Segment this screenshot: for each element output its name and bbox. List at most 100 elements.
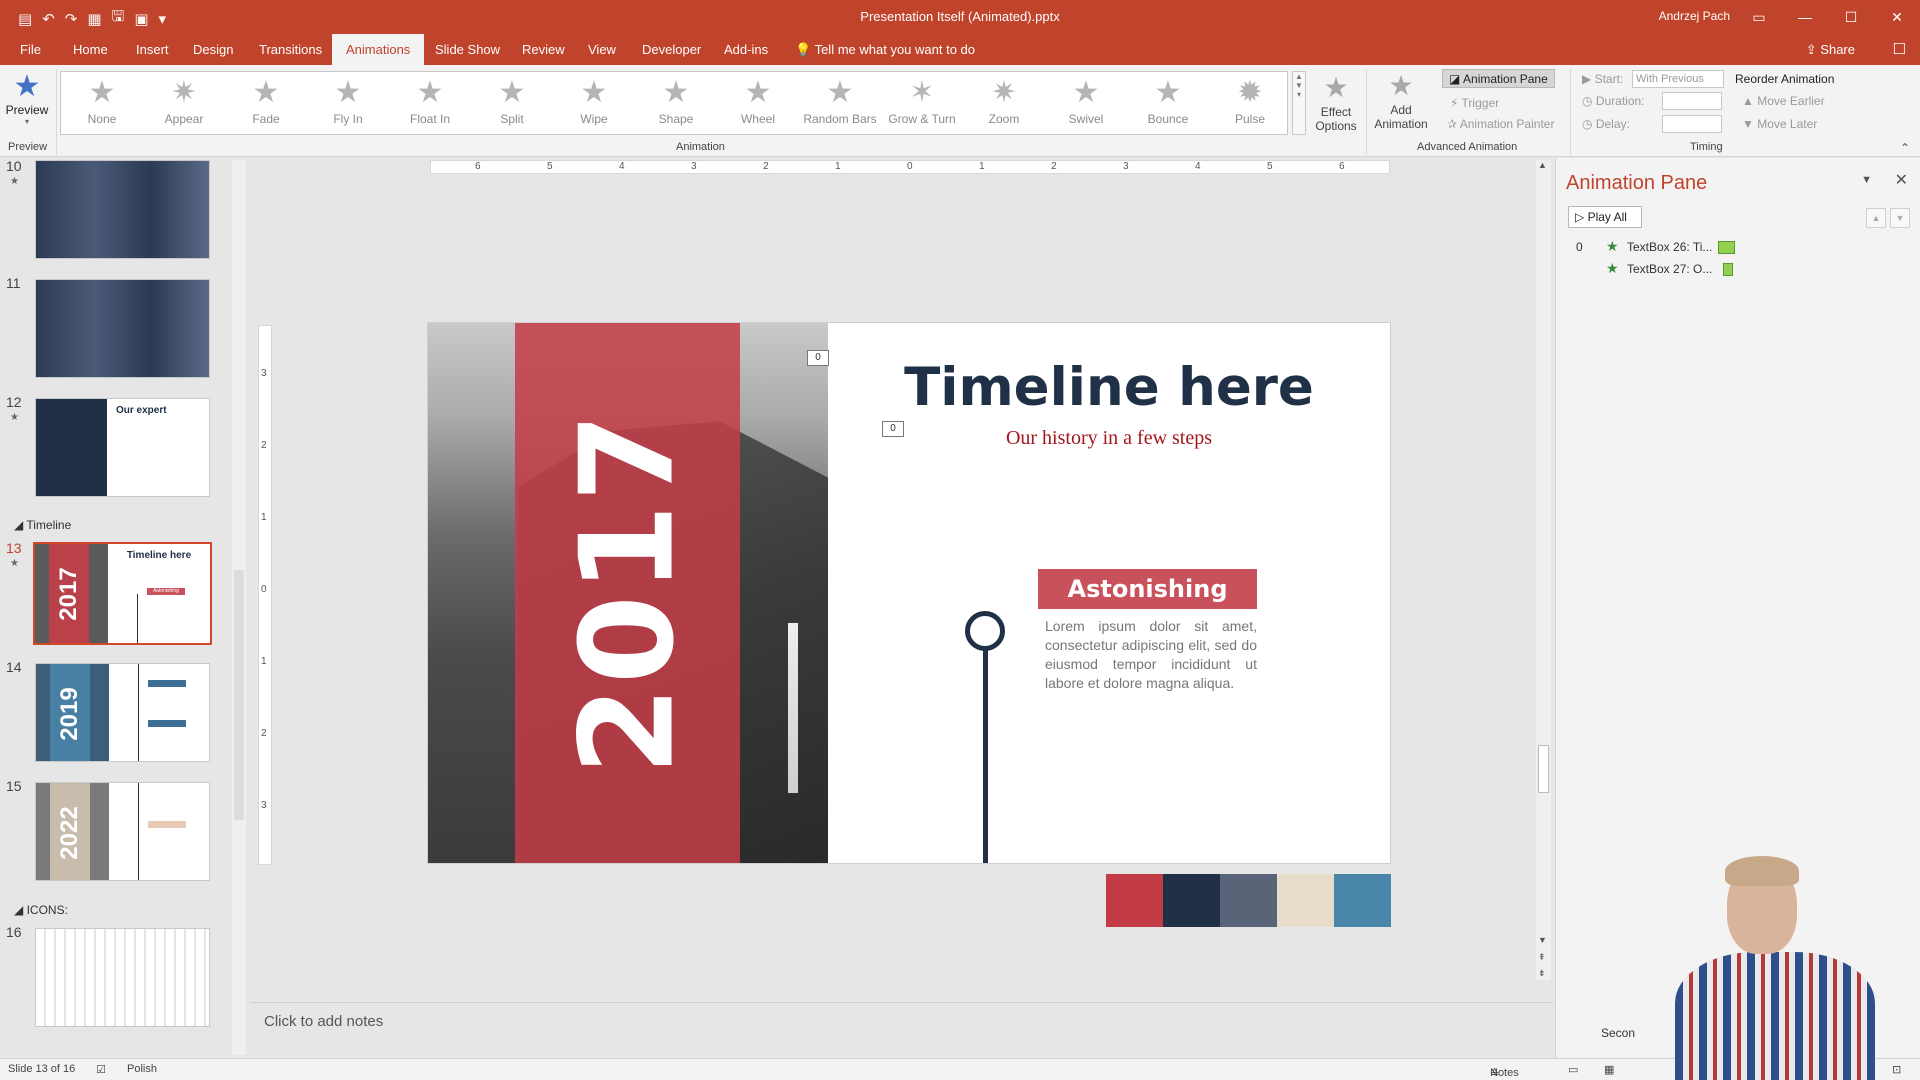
pane-options-dropdown-icon[interactable]: ▼ (1861, 174, 1872, 186)
slide-thumbnail-12[interactable]: Our expert (35, 398, 210, 497)
preview-button[interactable]: ★ Preview ▾ (4, 71, 50, 127)
timeline-node[interactable] (965, 611, 1005, 651)
milestone-body-text[interactable]: Lorem ipsum dolor sit amet, consectetur … (1045, 617, 1257, 693)
add-animation-star-icon: ★ (1388, 70, 1414, 101)
slide-thumbnail-13[interactable]: 2017 Timeline here Astonishing (33, 542, 212, 645)
animation-appear[interactable]: ✷ Appear (143, 72, 225, 134)
palette-swatch[interactable] (1220, 874, 1277, 927)
slide-thumbnail-10[interactable] (35, 160, 210, 259)
slide-count[interactable]: Slide 13 of 16 (8, 1063, 75, 1075)
play-all-button[interactable]: ▷ Play All (1568, 206, 1642, 228)
normal-view-icon[interactable]: ▭ (1568, 1063, 1578, 1076)
minimize-button[interactable]: — (1782, 0, 1828, 34)
trigger-button[interactable]: ⚡ Trigger (1450, 96, 1499, 110)
close-button[interactable]: ✕ (1874, 0, 1920, 34)
animation-swivel[interactable]: ★ Swivel (1045, 72, 1127, 134)
scroll-up-icon[interactable]: ▲ (1538, 160, 1547, 170)
animation-fly-in[interactable]: ★ Fly In (307, 72, 389, 134)
slide-thumbnail-16[interactable] (35, 928, 210, 1027)
ribbon-display-options-button[interactable]: ▭ (1736, 0, 1782, 34)
grow-turn-star-icon: ✶ (909, 76, 935, 109)
tab-insert[interactable]: Insert (136, 42, 169, 57)
animation-painter-button[interactable]: ✰ Animation Painter (1447, 117, 1554, 131)
tab-animations[interactable]: Animations (332, 34, 425, 65)
tab-add-ins[interactable]: Add-ins (724, 42, 768, 57)
move-later-button[interactable]: ▼ Move Later (1742, 117, 1817, 131)
animation-split[interactable]: ★ Split (471, 72, 553, 134)
scroll-down-icon[interactable]: ▼ (1538, 935, 1547, 945)
close-pane-icon[interactable]: ✕ (1895, 170, 1908, 190)
editor-scroll-thumb[interactable] (1538, 745, 1549, 793)
delay-input[interactable] (1662, 115, 1722, 133)
palette-swatch[interactable] (1163, 874, 1220, 927)
animation-wheel[interactable]: ★ Wheel (717, 72, 799, 134)
ruler-tick: 0 (907, 161, 913, 172)
animation-timing-bar[interactable] (1723, 263, 1733, 276)
animation-pulse[interactable]: ✹ Pulse (1209, 72, 1291, 134)
slide-subtitle[interactable]: Our history in a few steps (828, 427, 1390, 450)
section-timeline[interactable]: ◢ Timeline (14, 518, 71, 532)
editor-scrollbar[interactable]: ▲ ▼ ⇞ ⇟ (1536, 160, 1551, 980)
tab-file[interactable]: File (20, 42, 41, 57)
notes-pane[interactable]: Click to add notes (250, 1002, 1553, 1058)
gallery-scroll[interactable]: ▲ ▼ ▾ (1292, 71, 1306, 135)
next-slide-icon[interactable]: ⇟ (1538, 968, 1546, 979)
start-select[interactable]: With Previous (1632, 70, 1724, 88)
tab-slide-show[interactable]: Slide Show (435, 42, 500, 57)
effect-options-button[interactable]: ★ Effect Options (1314, 71, 1358, 133)
section-timeline-label: Timeline (26, 518, 72, 532)
palette-swatch[interactable] (1334, 874, 1391, 927)
fit-to-window-icon[interactable]: ⊡ (1892, 1063, 1901, 1076)
milestone-tag[interactable]: Astonishing (1038, 569, 1257, 609)
animation-pane-button[interactable]: ◪ Animation Pane (1442, 69, 1555, 88)
animation-shape[interactable]: ★ Shape (635, 72, 717, 134)
tab-transitions[interactable]: Transitions (259, 42, 322, 57)
animation-order-tag[interactable]: 0 (807, 350, 829, 366)
slide-thumbnail-14[interactable]: 2019 (35, 663, 210, 762)
spellcheck-icon[interactable]: ☑ (96, 1063, 106, 1076)
animation-zoom[interactable]: ✷ Zoom (963, 72, 1045, 134)
section-icons[interactable]: ◢ ICONS: (14, 903, 68, 917)
thumbnail-scroll-thumb[interactable] (234, 570, 244, 820)
animation-fade[interactable]: ★ Fade (225, 72, 307, 134)
tab-home[interactable]: Home (73, 42, 108, 57)
tab-developer[interactable]: Developer (642, 42, 701, 57)
slide-thumbnail-11[interactable] (35, 279, 210, 378)
thumbnail-scrollbar[interactable] (232, 160, 246, 1055)
previous-slide-icon[interactable]: ⇞ (1538, 952, 1546, 963)
animation-bounce[interactable]: ★ Bounce (1127, 72, 1209, 134)
ruler-tick: 3 (691, 161, 697, 172)
move-down-icon[interactable]: ▼ (1890, 208, 1910, 228)
move-earlier-button[interactable]: ▲ Move Earlier (1742, 94, 1825, 108)
animation-grow-turn[interactable]: ✶ Grow & Turn (881, 72, 963, 134)
add-animation-button[interactable]: ★ Add Animation (1372, 69, 1430, 131)
share-button[interactable]: ⇪ Share (1806, 42, 1855, 58)
move-up-icon[interactable]: ▲ (1866, 208, 1886, 228)
maximize-button[interactable]: ☐ (1828, 0, 1874, 34)
animation-timing-bar[interactable] (1718, 241, 1735, 254)
comments-icon[interactable]: ☐ (1893, 40, 1906, 58)
year-label[interactable]: 2017 (554, 411, 703, 775)
slide-canvas[interactable]: 2017 0 0 Timeline here Our history in a … (428, 323, 1390, 863)
slide-sorter-icon[interactable]: ▦ (1604, 1063, 1614, 1076)
animation-wipe[interactable]: ★ Wipe (553, 72, 635, 134)
tab-view[interactable]: View (588, 42, 616, 57)
animation-random-bars[interactable]: ★ Random Bars (799, 72, 881, 134)
palette-swatch[interactable] (1277, 874, 1334, 927)
animation-list-item[interactable]: ★ TextBox 27: O... (1566, 260, 1906, 280)
language-indicator[interactable]: Polish (127, 1063, 157, 1075)
tell-me-search[interactable]: 💡 Tell me what you want to do (795, 42, 975, 58)
slide-thumbnail-15[interactable]: 2022 (35, 782, 210, 881)
user-name[interactable]: Andrzej Pach (1659, 9, 1730, 23)
slide-title[interactable]: Timeline here (828, 357, 1390, 418)
animation-list-item[interactable]: 0 ★ TextBox 26: Ti... (1566, 238, 1906, 258)
tab-review[interactable]: Review (522, 42, 565, 57)
collapse-ribbon-icon[interactable]: ⌃ (1900, 141, 1910, 155)
duration-input[interactable] (1662, 92, 1722, 110)
palette-swatch[interactable] (1106, 874, 1163, 927)
animation-none[interactable]: ★ None (61, 72, 143, 134)
tab-design[interactable]: Design (193, 42, 233, 57)
animation-float-in[interactable]: ★ Float In (389, 72, 471, 134)
timeline-line[interactable] (983, 633, 988, 863)
ruler-tick: 3 (1123, 161, 1129, 172)
